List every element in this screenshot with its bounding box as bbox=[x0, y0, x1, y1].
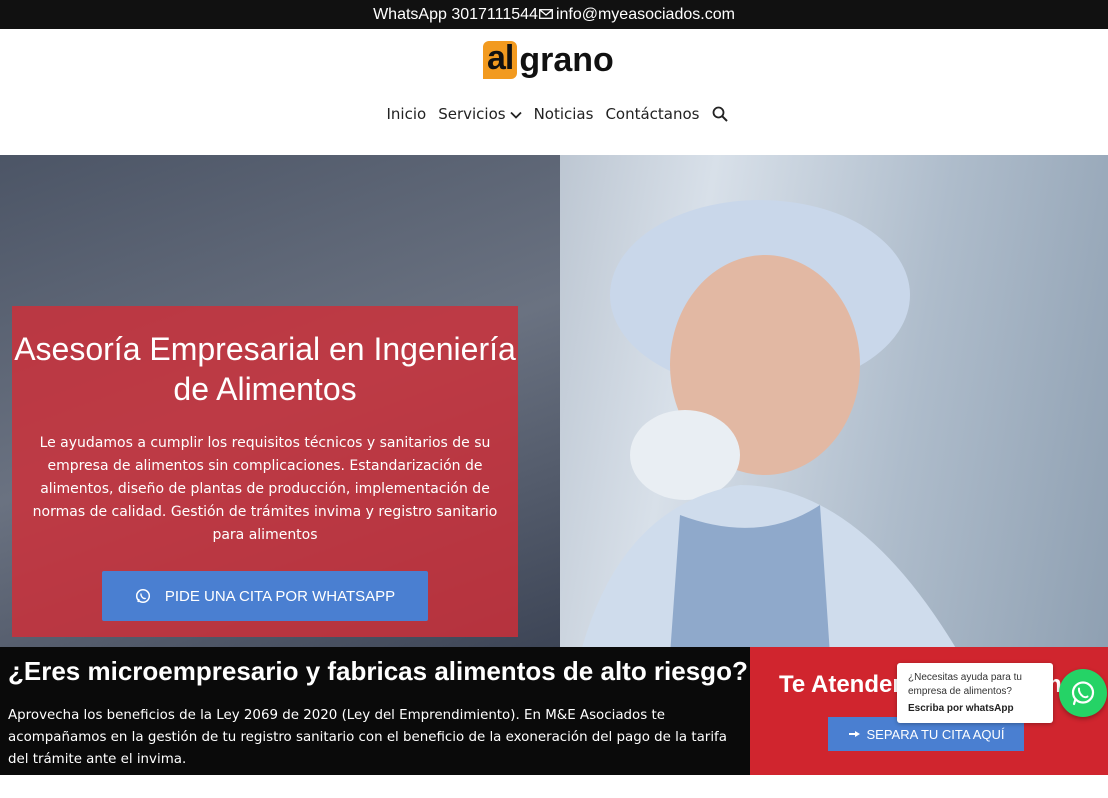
hand-pointer-icon bbox=[848, 731, 860, 737]
whatsapp-float-button[interactable] bbox=[1059, 669, 1107, 717]
whatsapp-contact-link[interactable]: WhatsApp 3017111544 bbox=[373, 6, 538, 24]
nav-item-contactanos[interactable]: Contáctanos bbox=[605, 105, 699, 123]
nav-item-noticias[interactable]: Noticias bbox=[534, 105, 594, 123]
band-text: Aprovecha los beneficios de la Ley 2069 … bbox=[8, 708, 727, 767]
hero-title: Asesoría Empresarial en Ingeniería de Al… bbox=[14, 331, 516, 407]
chevron-down-icon bbox=[509, 111, 522, 119]
hero-food-worker-image bbox=[582, 200, 956, 647]
main-nav: Inicio Servicios Noticias Contáctanos bbox=[0, 105, 1108, 123]
logo-al: al bbox=[483, 41, 518, 79]
band-heading: ¿Eres microempresario y fabricas aliment… bbox=[8, 656, 748, 686]
hero-description: Le ayudamos a cumplir los requisitos téc… bbox=[32, 435, 498, 543]
nav-item-servicios-label: Servicios bbox=[438, 105, 506, 123]
top-contact-bar: WhatsApp 3017111544 info@myeasociados.co… bbox=[0, 0, 1108, 29]
nav-item-inicio[interactable]: Inicio bbox=[386, 105, 426, 123]
whatsapp-icon bbox=[135, 588, 150, 604]
whatsapp-appointment-button[interactable]: PIDE UNA CITA POR WHATSAPP bbox=[102, 571, 428, 621]
email-contact-link[interactable]: info@myeasociados.com bbox=[556, 6, 735, 24]
whatsapp-appointment-button-label: PIDE UNA CITA POR WHATSAPP bbox=[164, 587, 396, 605]
chat-popup-question: ¿Necesitas ayuda para tu empresa de alim… bbox=[908, 672, 1022, 697]
whatsapp-chat-popup[interactable]: ¿Necesitas ayuda para tu empresa de alim… bbox=[897, 663, 1053, 723]
microbusiness-band: ¿Eres microempresario y fabricas aliment… bbox=[0, 647, 750, 775]
logo-grano: grano bbox=[519, 41, 614, 79]
search-icon[interactable] bbox=[712, 106, 728, 122]
site-logo[interactable]: al grano bbox=[483, 40, 614, 80]
mail-icon bbox=[538, 8, 553, 19]
whatsapp-icon bbox=[1071, 681, 1095, 706]
book-appointment-button-label: SEPARA TU CITA AQUÍ bbox=[866, 726, 1005, 742]
nav-item-servicios[interactable]: Servicios bbox=[438, 105, 522, 123]
chat-popup-cta: Escriba por whatsApp bbox=[908, 703, 1014, 714]
